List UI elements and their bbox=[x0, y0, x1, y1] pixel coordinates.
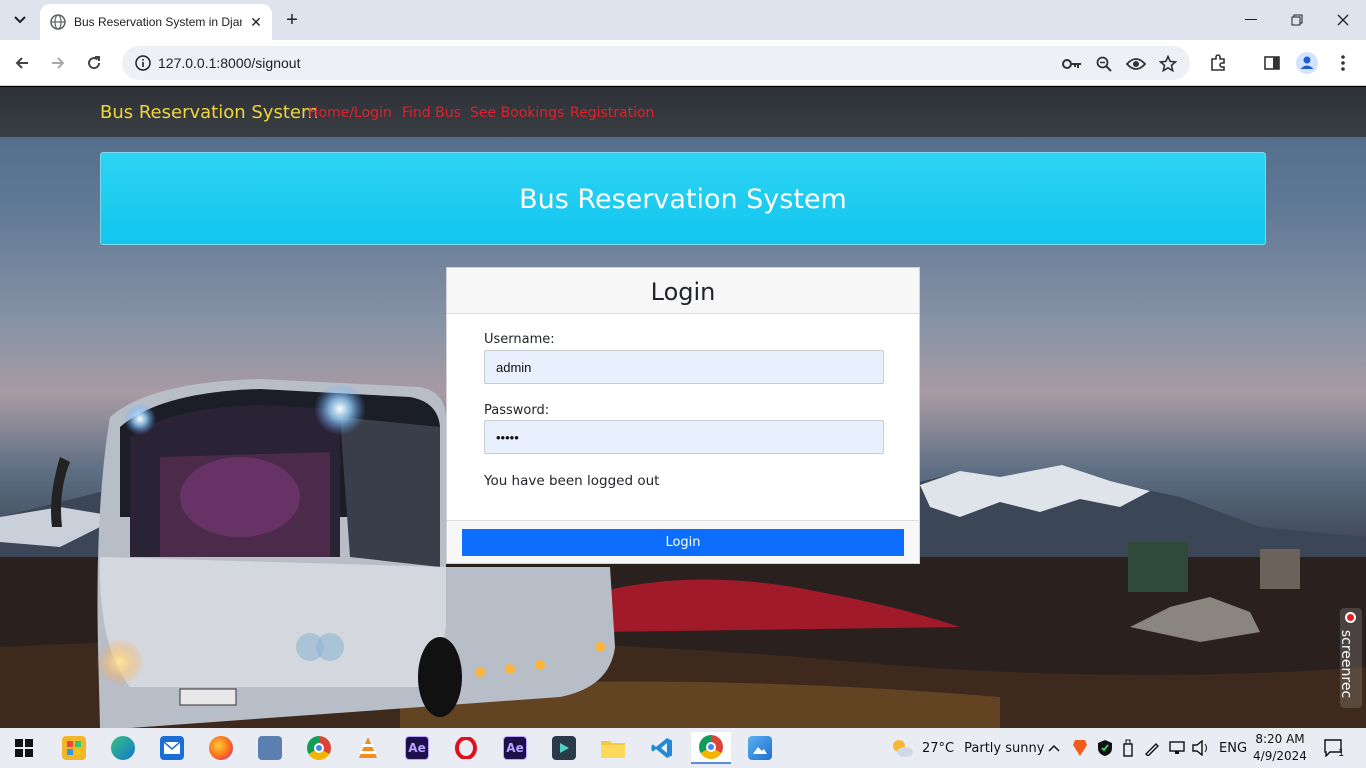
new-tab-button[interactable]: + bbox=[280, 8, 304, 32]
screenrec-widget[interactable]: screenrec bbox=[1338, 608, 1362, 708]
password-label: Password: bbox=[484, 403, 550, 418]
weather-text: Partly sunny bbox=[964, 740, 1045, 756]
browser-tab[interactable]: Bus Reservation System in Djan ✕ bbox=[40, 4, 272, 40]
logout-message: You have been logged out bbox=[484, 473, 660, 489]
nav-link-home-login[interactable]: Home/Login bbox=[308, 105, 392, 121]
url-text[interactable]: 127.0.0.1:8000/signout bbox=[158, 55, 300, 71]
nav-link-see-bookings[interactable]: See Bookings bbox=[470, 105, 564, 121]
chrome-active-icon[interactable] bbox=[691, 732, 731, 764]
browser-toolbar: 127.0.0.1:8000/signout bbox=[0, 40, 1366, 86]
nav-link-find-bus[interactable]: Find Bus bbox=[402, 105, 461, 121]
windows-taskbar: Ae Ae 27°C Partly sunny ENG 8:20 AM 4/9/… bbox=[0, 728, 1366, 768]
opera-icon[interactable] bbox=[446, 732, 486, 764]
file-explorer-icon[interactable] bbox=[593, 732, 633, 764]
web-page: Bus Reservation System Home/Login Find B… bbox=[0, 87, 1366, 728]
profile-avatar-icon[interactable] bbox=[1296, 52, 1318, 74]
firefox-icon[interactable] bbox=[201, 732, 241, 764]
site-navbar: Bus Reservation System Home/Login Find B… bbox=[0, 87, 1366, 137]
globe-icon bbox=[50, 14, 66, 30]
close-tab-icon[interactable]: ✕ bbox=[248, 14, 264, 30]
language-indicator[interactable]: ENG bbox=[1219, 728, 1247, 768]
login-card-header: Login bbox=[447, 268, 919, 314]
username-label: Username: bbox=[484, 332, 555, 347]
mail-icon[interactable] bbox=[152, 732, 192, 764]
network-icon[interactable] bbox=[1168, 728, 1186, 768]
tab-title: Bus Reservation System in Djan bbox=[74, 15, 242, 29]
chrome-icon[interactable] bbox=[299, 732, 339, 764]
login-card: Login Username: Password: You have been … bbox=[446, 267, 920, 564]
login-title: Login bbox=[650, 278, 716, 306]
record-dot-icon bbox=[1345, 612, 1356, 623]
photo-viewer-icon[interactable] bbox=[250, 732, 290, 764]
key-icon[interactable] bbox=[1062, 54, 1082, 74]
weather-temp: 27°C bbox=[922, 740, 955, 756]
browser-menu-icon[interactable] bbox=[1332, 52, 1354, 74]
edge-icon[interactable] bbox=[103, 732, 143, 764]
banner-title: Bus Reservation System bbox=[519, 184, 847, 215]
window-close-icon[interactable] bbox=[1320, 0, 1366, 40]
site-brand-link[interactable]: Bus Reservation System bbox=[100, 102, 319, 123]
username-input[interactable] bbox=[484, 350, 884, 384]
clock-time: 8:20 AM bbox=[1255, 732, 1305, 746]
back-arrow-icon[interactable] bbox=[8, 49, 36, 77]
pen-tray-icon[interactable] bbox=[1144, 728, 1160, 768]
bookmark-star-icon[interactable] bbox=[1158, 54, 1178, 74]
vlc-icon[interactable] bbox=[348, 732, 388, 764]
nav-link-registration[interactable]: Registration bbox=[570, 105, 654, 121]
notification-center-icon[interactable]: 1 bbox=[1324, 728, 1344, 768]
site-info-icon[interactable] bbox=[134, 54, 152, 72]
side-panel-icon[interactable] bbox=[1261, 52, 1283, 74]
brave-tray-icon[interactable] bbox=[1072, 728, 1088, 768]
clock-date: 4/9/2024 bbox=[1253, 749, 1307, 763]
login-card-footer: Login bbox=[447, 520, 919, 563]
windows-start-icon[interactable] bbox=[4, 732, 44, 764]
weather-widget[interactable]: 27°C Partly sunny bbox=[890, 728, 1044, 768]
eye-icon[interactable] bbox=[1126, 54, 1146, 74]
hidden-icons-chevron-icon[interactable] bbox=[1048, 728, 1060, 768]
partly-sunny-icon bbox=[893, 740, 913, 757]
clock[interactable]: 8:20 AM 4/9/2024 bbox=[1252, 731, 1308, 765]
reload-icon[interactable] bbox=[80, 49, 108, 77]
login-button[interactable]: Login bbox=[462, 529, 904, 556]
zoom-icon[interactable] bbox=[1094, 54, 1114, 74]
restore-icon[interactable] bbox=[1274, 0, 1320, 40]
screenrec-label: screenrec bbox=[1338, 629, 1355, 699]
photos-icon[interactable] bbox=[740, 732, 780, 764]
password-input[interactable] bbox=[484, 420, 884, 454]
notification-count: 1 bbox=[1338, 747, 1345, 759]
volume-icon[interactable] bbox=[1192, 728, 1210, 768]
usb-device-icon[interactable] bbox=[1122, 728, 1134, 768]
tab-search-chevron-icon[interactable] bbox=[6, 6, 34, 34]
browser-tab-strip: Bus Reservation System in Djan ✕ + bbox=[0, 0, 1366, 40]
address-bar[interactable]: 127.0.0.1:8000/signout bbox=[122, 46, 1190, 80]
after-effects-icon-2[interactable]: Ae bbox=[495, 732, 535, 764]
microsoft-store-icon[interactable] bbox=[54, 732, 94, 764]
vscode-icon[interactable] bbox=[642, 732, 682, 764]
minimize-icon[interactable] bbox=[1228, 0, 1274, 40]
security-shield-icon[interactable] bbox=[1097, 728, 1113, 768]
forward-arrow-icon[interactable] bbox=[44, 49, 72, 77]
hero-banner: Bus Reservation System bbox=[100, 152, 1266, 245]
extensions-icon[interactable] bbox=[1207, 52, 1229, 74]
media-app-icon[interactable] bbox=[544, 732, 584, 764]
after-effects-icon[interactable]: Ae bbox=[397, 732, 437, 764]
